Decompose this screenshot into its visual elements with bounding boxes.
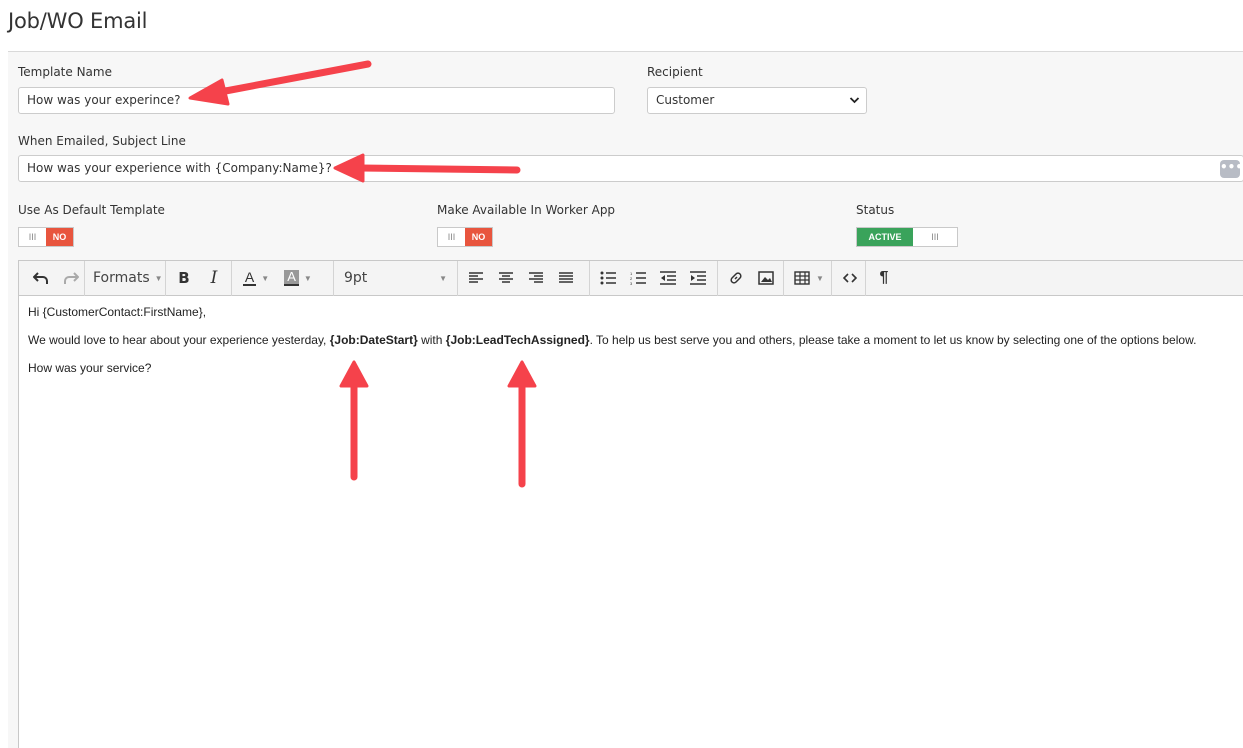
- subject-label: When Emailed, Subject Line: [18, 134, 186, 148]
- formats-label: Formats: [93, 270, 150, 286]
- status-toggle[interactable]: ACTIVE III: [856, 227, 958, 247]
- default-template-toggle[interactable]: III NO: [18, 227, 74, 247]
- editor-toolbar: Formats ▼ B I A ▼ A ▼ 9pt ▼ 1 2 3 ▼ ¶: [19, 260, 1243, 296]
- status-label: Status: [856, 203, 895, 217]
- undo-icon[interactable]: [28, 265, 54, 291]
- toggle-state: NO: [465, 228, 492, 246]
- more-options-button[interactable]: •••: [1220, 160, 1243, 178]
- toggle-state: NO: [46, 228, 73, 246]
- token-date-start: {Job:DateStart}: [329, 333, 418, 347]
- recipient-label: Recipient: [647, 65, 703, 79]
- recipient-value: Customer: [656, 93, 715, 107]
- bullet-list-icon[interactable]: [595, 265, 621, 291]
- table-icon: [789, 265, 815, 291]
- image-icon[interactable]: [753, 265, 779, 291]
- body-text-with: with: [417, 333, 446, 347]
- font-size-dropdown[interactable]: 9pt ▼: [334, 260, 458, 296]
- chevron-down-icon: ▼: [816, 273, 824, 283]
- body-text-start: We would love to hear about your experie…: [28, 333, 330, 347]
- toggle-grip-icon: III: [447, 232, 456, 242]
- body-text-end: . To help us best serve you and others, …: [589, 333, 1197, 347]
- chevron-down-icon: [849, 90, 860, 119]
- font-size-value: 9pt: [344, 270, 368, 286]
- chevron-down-icon: ▼: [154, 273, 163, 283]
- italic-icon[interactable]: I: [201, 265, 227, 291]
- template-name-label: Template Name: [18, 65, 112, 79]
- greeting-line: Hi {CustomerContact:FirstName},: [28, 305, 207, 319]
- source-code-icon[interactable]: [837, 265, 863, 291]
- token-lead-tech: {Job:LeadTechAssigned}: [445, 333, 590, 347]
- worker-app-toggle[interactable]: III NO: [437, 227, 493, 247]
- default-template-label: Use As Default Template: [18, 203, 165, 217]
- numbered-list-icon[interactable]: 123: [625, 265, 651, 291]
- align-left-icon[interactable]: [463, 265, 489, 291]
- font-color-icon[interactable]: A ▼: [237, 265, 275, 291]
- toggle-grip-icon: III: [931, 232, 939, 242]
- chevron-down-icon: ▼: [439, 273, 447, 283]
- align-justify-icon[interactable]: [553, 265, 579, 291]
- align-center-icon[interactable]: [493, 265, 519, 291]
- svg-text:3: 3: [630, 281, 633, 285]
- toggle-grip-icon: III: [28, 232, 37, 242]
- link-icon[interactable]: [723, 265, 749, 291]
- outdent-icon[interactable]: [655, 265, 681, 291]
- rich-text-editor: Formats ▼ B I A ▼ A ▼ 9pt ▼ 1 2 3 ▼ ¶ Hi…: [18, 260, 1243, 748]
- worker-app-label: Make Available In Worker App: [437, 203, 616, 217]
- toggle-state: ACTIVE: [857, 228, 913, 246]
- editor-content[interactable]: Hi {CustomerContact:FirstName}, We would…: [28, 305, 1196, 389]
- indent-icon[interactable]: [685, 265, 711, 291]
- background-color-icon[interactable]: A ▼: [279, 265, 317, 291]
- page-title: Job/WO Email: [8, 9, 148, 33]
- subject-input[interactable]: How was your experience with {Company:Na…: [18, 155, 1243, 182]
- formats-dropdown[interactable]: Formats ▼: [85, 260, 166, 296]
- body-paragraph: We would love to hear about your experie…: [28, 333, 1196, 347]
- question-line: How was your service?: [28, 361, 152, 375]
- table-dropdown[interactable]: ▼: [784, 260, 832, 296]
- redo-icon[interactable]: [58, 265, 84, 291]
- align-right-icon[interactable]: [523, 265, 549, 291]
- bold-icon[interactable]: B: [171, 265, 197, 291]
- paragraph-icon[interactable]: ¶: [871, 265, 897, 291]
- subject-value: How was your experience with {Company:Na…: [27, 161, 332, 175]
- recipient-select[interactable]: Customer: [647, 87, 867, 114]
- template-name-input[interactable]: How was your experince?: [18, 87, 615, 114]
